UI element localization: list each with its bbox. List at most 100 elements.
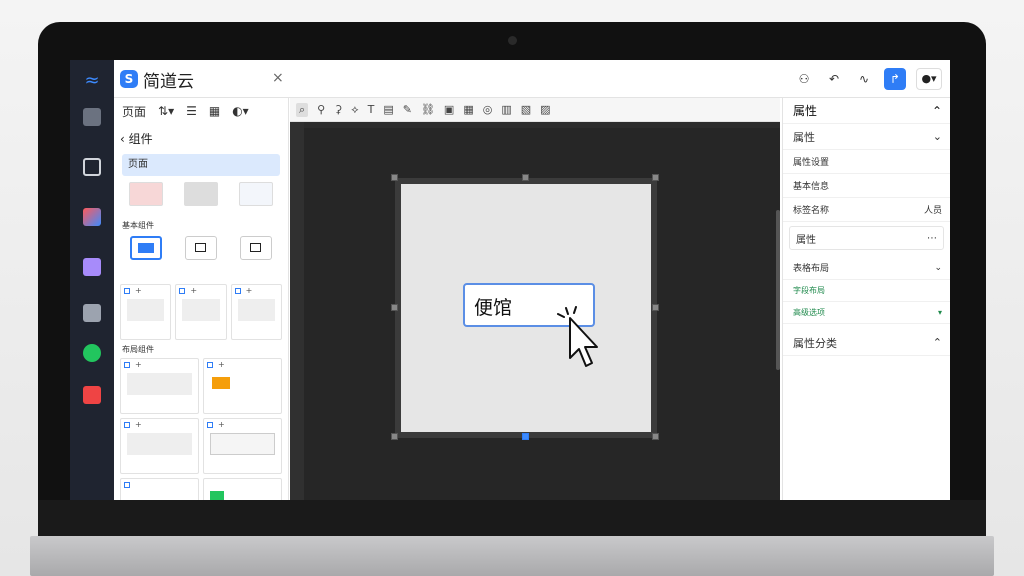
undo-icon[interactable]: ↶ xyxy=(824,69,844,89)
chevron-up-icon[interactable]: ⌃ xyxy=(932,104,942,118)
link-icon[interactable]: ⛓ xyxy=(421,103,435,116)
brand-name: 简道云 xyxy=(143,71,194,92)
text-block-icon xyxy=(237,299,275,321)
member-icon xyxy=(83,304,101,322)
chevron-down-icon: ⌄ xyxy=(932,130,942,143)
component-item[interactable] xyxy=(178,182,224,218)
card-row: + + xyxy=(114,358,288,414)
close-icon[interactable]: × xyxy=(272,70,284,86)
text-icon[interactable]: T xyxy=(368,103,375,116)
component-card[interactable]: + xyxy=(230,284,282,340)
component-item[interactable] xyxy=(233,182,279,218)
image-icon[interactable]: ▣ xyxy=(444,103,454,116)
green-block-icon xyxy=(210,491,224,500)
chevron-down-icon: ▾ xyxy=(937,308,942,317)
vertical-ruler xyxy=(290,122,304,500)
grid-icon[interactable]: ▦ xyxy=(463,103,473,116)
top-bar: S 简道云 × ⚇ ↶ ∿ ↱ ●▾ xyxy=(114,60,950,98)
green-item[interactable]: 字段布局 xyxy=(783,280,950,302)
resize-handle[interactable] xyxy=(391,304,398,311)
component-card[interactable] xyxy=(203,478,282,500)
distribute-icon[interactable]: ▥ xyxy=(501,103,511,116)
pen-icon[interactable]: ✎ xyxy=(403,103,412,116)
target-icon[interactable]: ◎ xyxy=(483,103,493,116)
filter-icon[interactable]: ⇅▾ xyxy=(158,104,174,118)
move-icon[interactable]: ⚲ xyxy=(317,103,325,116)
cursor-icon xyxy=(557,306,598,367)
doc-icon[interactable]: ▤ xyxy=(383,103,393,116)
resize-handle[interactable] xyxy=(522,174,529,181)
horizontal-ruler xyxy=(304,122,780,128)
back-link[interactable]: ‹ 组件 xyxy=(120,130,288,148)
property-row[interactable]: 基本信息 xyxy=(783,174,950,198)
form-icon xyxy=(83,158,101,176)
green-item-label: 高级选项 xyxy=(793,308,825,317)
section-label: 表格布局 xyxy=(793,264,830,274)
resize-handle[interactable] xyxy=(391,433,398,440)
component-card[interactable]: + xyxy=(175,284,227,340)
align-icon[interactable]: ⚳ xyxy=(334,103,342,116)
component-card[interactable]: + xyxy=(120,418,199,474)
screen: ≈ S 简道云 × ⚇ ↶ ∿ ↱ ●▾ 页面 ⇅▾ ☰ ▦ ◐▾ ‹ 组件 页… xyxy=(70,60,950,500)
vertical-scrollbar[interactable] xyxy=(776,210,780,370)
property-row[interactable]: 属性设置 xyxy=(783,150,950,174)
field-value: 属性 xyxy=(796,234,816,246)
resize-handle[interactable] xyxy=(522,433,529,440)
text-block-icon xyxy=(127,299,165,321)
laptop-chin xyxy=(38,500,986,536)
section-title: 布局组件 xyxy=(122,345,154,354)
panel-title[interactable]: 页面 xyxy=(122,103,146,120)
left-rail: ≈ xyxy=(70,60,114,500)
link-thumb-icon xyxy=(239,182,274,206)
square-icon xyxy=(184,236,217,260)
component-card[interactable]: + xyxy=(203,358,282,414)
avatar[interactable]: ●▾ xyxy=(916,68,942,90)
component-card[interactable]: + xyxy=(203,418,282,474)
resize-handle[interactable] xyxy=(652,174,659,181)
property-header: 属性 ⌃ xyxy=(783,98,950,124)
group-icon[interactable]: ▧ xyxy=(521,103,531,116)
calendar-icon[interactable]: ▦ xyxy=(209,104,220,118)
publish-button[interactable]: ↱ xyxy=(884,68,906,90)
footer-row[interactable]: 属性分类 ⌃ xyxy=(783,330,950,356)
component-item[interactable] xyxy=(178,236,224,272)
component-item[interactable] xyxy=(123,236,169,272)
card-row: + + xyxy=(114,418,288,474)
component-card[interactable]: + xyxy=(120,284,172,340)
background: ≈ S 简道云 × ⚇ ↶ ∿ ↱ ●▾ 页面 ⇅▾ ☰ ▦ ◐▾ ‹ 组件 页… xyxy=(0,0,1024,576)
rail-item-flow[interactable] xyxy=(70,202,114,250)
list-icon[interactable]: ☰ xyxy=(186,104,197,118)
refresh-icon[interactable]: ◐▾ xyxy=(232,104,249,118)
section-title: 基本组件 xyxy=(122,221,154,230)
layer-icon[interactable]: ▨ xyxy=(540,103,550,116)
search-icon[interactable]: ⌕ xyxy=(296,102,309,117)
camera-icon xyxy=(508,36,517,45)
rail-item-data[interactable] xyxy=(70,252,114,300)
file-icon xyxy=(83,386,101,404)
more-icon[interactable]: ⋯ xyxy=(927,233,937,244)
transform-icon[interactable]: ⟡ xyxy=(351,103,358,117)
component-row xyxy=(114,182,288,218)
rail-item-file[interactable] xyxy=(70,380,114,428)
selected-item[interactable]: 页面 xyxy=(122,154,280,176)
rail-item-app[interactable] xyxy=(70,102,114,150)
component-item[interactable] xyxy=(233,236,279,272)
component-card[interactable] xyxy=(120,478,199,500)
folder-icon xyxy=(212,377,230,389)
component-card[interactable]: + xyxy=(120,358,199,414)
green-item[interactable]: 高级选项 ▾ xyxy=(783,302,950,324)
app-icon xyxy=(83,108,101,126)
rail-item-form[interactable] xyxy=(70,152,114,200)
logo-icon[interactable]: ≈ xyxy=(81,70,103,92)
resize-handle[interactable] xyxy=(652,304,659,311)
field-value-input[interactable]: 属性 ⋯ xyxy=(789,226,944,250)
property-select[interactable]: 属性 ⌄ xyxy=(783,124,950,150)
chart-icon[interactable]: ∿ xyxy=(854,69,874,89)
resize-handle[interactable] xyxy=(652,433,659,440)
resize-handle[interactable] xyxy=(391,174,398,181)
brand: S 简道云 xyxy=(120,68,194,92)
section-row[interactable]: 表格布局 ⌄ xyxy=(783,256,950,280)
user-icon[interactable]: ⚇ xyxy=(794,69,814,89)
component-item[interactable] xyxy=(123,182,169,218)
rail-item-check[interactable] xyxy=(70,338,114,386)
